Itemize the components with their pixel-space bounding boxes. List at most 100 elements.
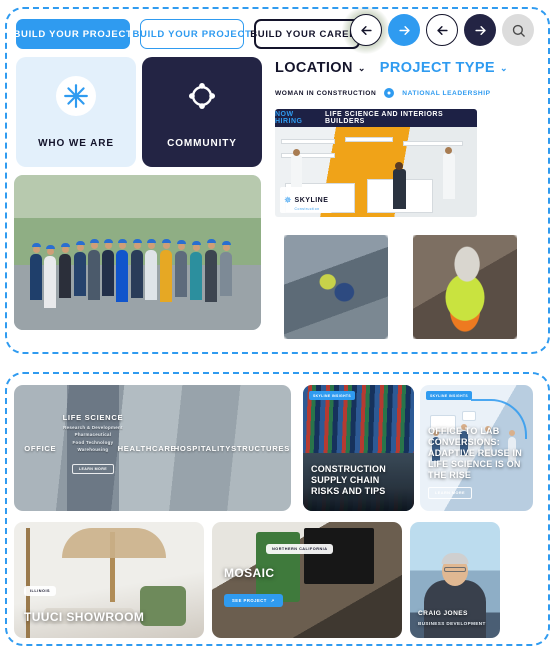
sector-sublabel: Pharmaceutical <box>74 432 112 437</box>
torn-edge-photo <box>413 235 517 339</box>
banner-headline-highlight: NOW HIRING <box>275 111 303 125</box>
photo-person <box>160 239 172 302</box>
torn-edge-photo <box>284 235 388 339</box>
sectors-panel[interactable]: OFFICE LIFE SCIENCE Research & Developme… <box>14 385 291 511</box>
chevron-down-icon: ⌄ <box>357 62 366 73</box>
arrow-right-icon-button-navy[interactable] <box>464 14 496 46</box>
banner-lab-photo: ✵ SKYLINE Construction <box>275 127 477 217</box>
blog-title: CONSTRUCTION SUPPLY CHAIN RISKS AND TIPS <box>311 464 386 497</box>
sector-label: STRUCTURES <box>231 443 290 453</box>
community-ring-icon <box>188 82 216 109</box>
tile-community[interactable]: COMMUNITY <box>142 57 262 167</box>
team-member-card-craig-jones[interactable]: CRAIG JONES BUSINESS DEVELOPMENT <box>410 522 500 638</box>
see-project-label: SEE PROJECT <box>232 598 267 603</box>
chevron-down-icon: ⌄ <box>499 62 508 73</box>
search-icon <box>512 24 525 37</box>
tag-row: WOMAN IN CONSTRUCTION NATIONAL LEADERSHI… <box>275 88 491 98</box>
arrow-left-icon-button-white[interactable] <box>426 14 458 46</box>
sector-office[interactable]: OFFICE <box>14 385 67 511</box>
sector-learn-more-button[interactable]: LEARN MORE <box>71 464 115 474</box>
sector-healthcare[interactable]: HEALTHCARE <box>117 385 177 511</box>
sector-hospitality[interactable]: HOSPITALITY <box>174 385 231 511</box>
community-ring-icon-wrap <box>182 76 222 116</box>
avatar-body <box>424 580 486 638</box>
arrow-left-icon <box>360 25 372 35</box>
arrow-up-right-icon: ↗ <box>270 598 275 603</box>
lab-shelf <box>403 141 463 146</box>
blog-card-office-to-lab[interactable]: SKYLINE INSIGHTS OFFICE TO LAB CONVERSIO… <box>420 385 533 511</box>
display-screen <box>304 528 374 584</box>
photo-person <box>102 239 114 296</box>
filter-location-label: LOCATION <box>275 60 353 76</box>
filter-project-type[interactable]: PROJECT TYPE ⌄ <box>380 60 508 76</box>
company-team-group-photo <box>14 175 261 330</box>
banner-headline-rest: LIFE SCIENCE AND INTERIORS BUILDERS <box>325 111 444 125</box>
photo-person <box>205 239 217 302</box>
project-card-mosaic[interactable]: NORTHERN CALIFORNIA MOSAIC SEE PROJECT ↗ <box>212 522 402 638</box>
photo-person <box>74 241 86 296</box>
lab-shelf <box>281 153 335 158</box>
sector-life-science[interactable]: LIFE SCIENCE Research & Development Phar… <box>63 385 123 511</box>
photo-person <box>44 245 56 308</box>
arrow-right-icon-button-blue[interactable] <box>388 14 420 46</box>
skyline-mark-icon: ✵ <box>284 194 292 205</box>
sector-label: LIFE SCIENCE <box>62 413 124 422</box>
search-icon-button[interactable] <box>502 14 534 46</box>
project-title: TUUCI SHOWROOM <box>24 610 145 624</box>
ui-panel <box>462 411 476 421</box>
project-title: MOSAIC <box>224 566 275 580</box>
tile-community-label: COMMUNITY <box>167 137 237 149</box>
avatar-hair <box>441 553 469 564</box>
blog-badge: SKYLINE INSIGHTS <box>309 391 356 400</box>
tag-national-leadership[interactable]: NATIONAL LEADERSHIP <box>402 90 490 97</box>
cta-button-row: BUILD YOUR PROJECT BUILD YOUR PROJECT BU… <box>13 19 363 49</box>
arrow-left-icon-button-glow[interactable] <box>342 6 390 54</box>
lab-person-head <box>293 149 300 156</box>
lab-shelf <box>281 139 335 144</box>
team-member-name: CRAIG JONES <box>418 610 468 617</box>
arrow-right-icon <box>474 25 486 35</box>
filter-project-type-label: PROJECT TYPE <box>379 60 495 76</box>
photo-person <box>59 243 71 298</box>
build-your-project-filled-button[interactable]: BUILD YOUR PROJECT <box>13 19 132 49</box>
arrow-right-icon <box>398 25 410 35</box>
skyline-logo-sub: Construction <box>294 207 320 211</box>
tile-who-we-are[interactable]: WHO WE ARE <box>16 57 136 167</box>
build-your-career-button[interactable]: BUILD YOUR CAREER <box>250 19 363 49</box>
plant <box>140 586 186 626</box>
photo-person <box>220 241 232 296</box>
sector-label: OFFICE <box>24 443 57 453</box>
now-hiring-banner[interactable]: NOW HIRING LIFE SCIENCE AND INTERIORS BU… <box>275 109 477 217</box>
sector-structures[interactable]: STRUCTURES <box>230 385 291 511</box>
blog-learn-more-button[interactable]: LEARN MORE <box>428 487 473 499</box>
pin-glyph <box>387 91 391 95</box>
photo-person <box>145 239 157 300</box>
project-card-tuuci-showroom[interactable]: ILLINOIS TUUCI SHOWROOM <box>14 522 204 638</box>
skyline-logo-name: SKYLINE <box>294 197 329 204</box>
asterisk-icon <box>64 83 88 108</box>
photo-person <box>116 239 128 302</box>
build-your-project-outline-button[interactable]: BUILD YOUR PROJECT <box>132 19 251 49</box>
lab-person-head <box>395 162 403 170</box>
asterisk-icon-wrap <box>56 75 96 116</box>
tag-woman-in-construction[interactable]: WOMAN IN CONSTRUCTION <box>275 90 376 97</box>
sector-sublabel: Warehousing <box>77 447 109 452</box>
carousel-nav-row <box>342 6 534 54</box>
banner-headline: NOW HIRING LIFE SCIENCE AND INTERIORS BU… <box>275 109 477 127</box>
skyline-logo: ✵ SKYLINE Construction <box>280 187 333 213</box>
see-project-button[interactable]: SEE PROJECT ↗ <box>224 594 283 607</box>
lab-shelf <box>345 137 393 142</box>
blog-card-supply-chain[interactable]: SKYLINE INSIGHTS CONSTRUCTION SUPPLY CHA… <box>303 385 414 511</box>
glasses-icon <box>444 567 466 572</box>
photo-person <box>30 243 42 300</box>
sector-label: HEALTHCARE <box>117 443 177 453</box>
lab-person-head <box>445 147 452 154</box>
worker-portrait-photo <box>406 228 524 346</box>
project-location-badge: NORTHERN CALIFORNIA <box>266 544 334 554</box>
filter-location[interactable]: LOCATION ⌄ <box>275 60 366 76</box>
filter-bar: LOCATION ⌄ PROJECT TYPE ⌄ <box>275 60 508 76</box>
tile-who-we-are-label: WHO WE ARE <box>38 137 114 149</box>
photo-person <box>131 239 143 298</box>
sector-sublabel: Food Technology <box>72 439 114 445</box>
location-pin-icon <box>384 88 395 98</box>
